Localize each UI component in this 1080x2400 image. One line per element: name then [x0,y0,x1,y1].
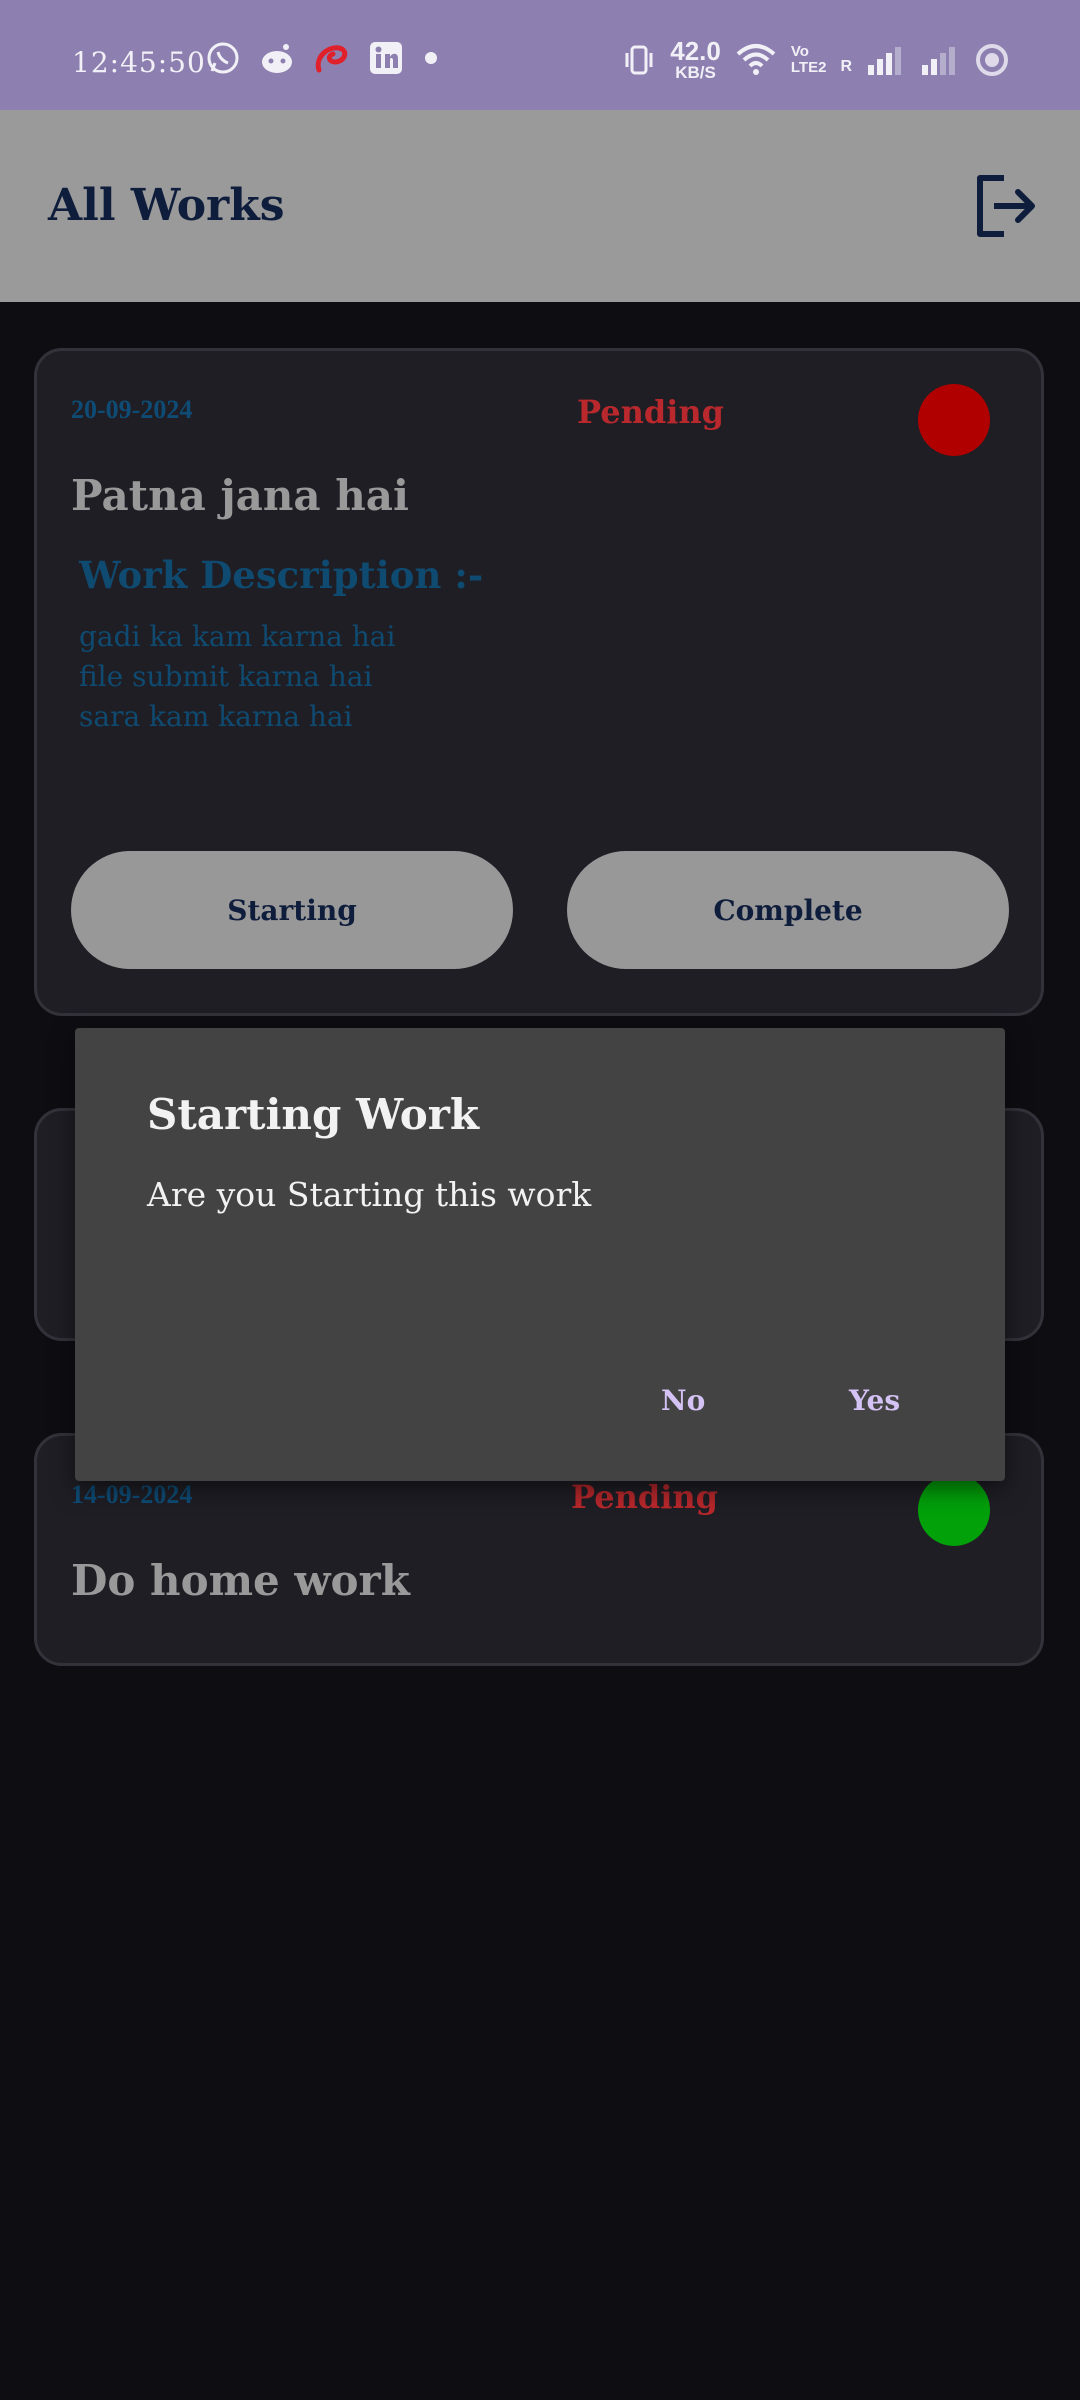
notification-icons [205,40,441,76]
hotspot-icon [976,43,1008,76]
app-bar: All Works [0,110,1080,302]
dialog-message: Are you Starting this work [147,1175,592,1214]
whatsapp-icon [207,42,239,74]
description-text: gadi ka kam karna hai file submit karna … [79,620,396,733]
dot-icon [425,52,437,64]
reddit-icon [262,44,292,73]
page-title: All Works [48,180,285,231]
work-date: 14-09-2024 [71,1480,193,1509]
logout-icon[interactable] [972,172,1040,240]
status-badge: Pending [571,1478,718,1516]
starting-button[interactable]: Starting [71,851,513,969]
yes-button[interactable]: Yes [841,1380,908,1421]
roaming-indicator: R [840,57,852,75]
network-speed: 42.0 KB/S [670,36,721,82]
work-card[interactable]: 20-09-2024 Pending Patna jana hai Work D… [34,348,1044,1016]
status-time: 12:45:50 [72,46,206,79]
status-dot [918,384,990,456]
signal-icon [868,46,901,75]
status-bar: 12:45:50 42.0 KB/S Vo LTE2 R [0,0,1080,110]
no-button[interactable]: No [653,1380,713,1421]
work-date: 20-09-2024 [71,395,193,424]
wifi-icon [736,43,776,75]
dialog-title: Starting Work [147,1090,479,1139]
complete-button[interactable]: Complete [567,851,1009,969]
work-title: Do home work [71,1556,410,1605]
description-heading: Work Description :- [79,553,484,597]
status-badge: Pending [577,393,724,431]
vibrate-icon [625,45,653,74]
system-icons: 42.0 KB/S Vo LTE2 R [622,38,1010,81]
linkedin-icon [370,42,402,74]
work-title: Patna jana hai [71,471,409,520]
airtel-icon [315,45,348,73]
status-dot [918,1474,990,1546]
starting-work-dialog: Starting Work Are you Starting this work… [75,1028,1005,1481]
signal-icon [922,46,955,75]
volte-indicator: Vo LTE2 [790,42,827,76]
